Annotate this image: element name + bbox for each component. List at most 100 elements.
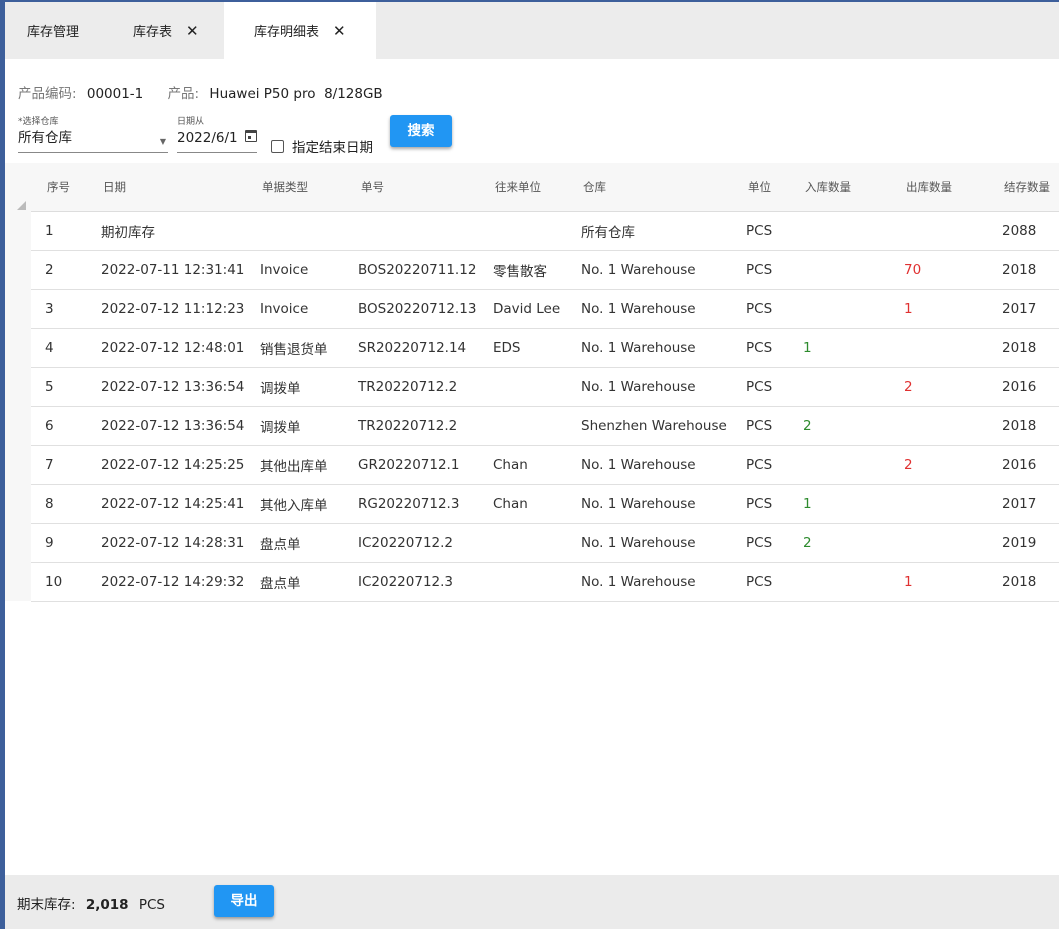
table-row[interactable]: 4 2022-07-12 12:48:01 销售退货单 SR20220712.14 ED… bbox=[31, 329, 1059, 368]
end-date-checkbox[interactable]: 指定结束日期 bbox=[271, 136, 373, 156]
closing-stock: 期末库存: 2,018 PCS bbox=[17, 893, 165, 913]
col-in-qty: 2 bbox=[803, 418, 812, 434]
col-doc-no: TR20220712.2 bbox=[358, 418, 458, 434]
col-out-qty: 2 bbox=[904, 379, 913, 395]
col-doc-no: SR20220712.14 bbox=[358, 340, 467, 356]
export-button[interactable]: 导出 bbox=[214, 885, 274, 917]
col-unit: PCS bbox=[746, 457, 773, 473]
col-unit: PCS bbox=[746, 418, 773, 434]
table-row[interactable]: 8 2022-07-12 14:25:41 其他入库单 RG20220712.3 Cha… bbox=[31, 485, 1059, 524]
col-doc-type: 盘点单 bbox=[260, 576, 301, 592]
col-in-qty: 1 bbox=[803, 496, 812, 512]
product-value: Huawei P50 pro 8/128GB bbox=[209, 86, 383, 102]
table-row[interactable]: 10 2022-07-12 14:29:32 盘点单 IC20220712.3 No. … bbox=[31, 563, 1059, 602]
product-label: 产品: bbox=[167, 86, 200, 102]
col-in-qty: 2 bbox=[803, 535, 812, 551]
col-balance: 2018 bbox=[1002, 262, 1037, 278]
tab-label: 库存管理 bbox=[27, 25, 80, 40]
footer-bar: 期末库存: 2,018 PCS 导出 bbox=[5, 875, 1059, 929]
col-index: 6 bbox=[45, 418, 54, 434]
col-balance: 2017 bbox=[1002, 496, 1037, 512]
col-doc-no: RG20220712.3 bbox=[358, 496, 460, 512]
col-date: 2022-07-12 14:29:32 bbox=[101, 574, 245, 590]
header-col-warehouse[interactable]: 仓库 bbox=[583, 163, 606, 211]
col-warehouse: Shenzhen Warehouse bbox=[581, 418, 727, 434]
table-row[interactable]: 3 2022-07-12 11:12:23 Invoice BOS20220712.1… bbox=[31, 290, 1059, 329]
col-index: 2 bbox=[45, 262, 54, 278]
col-doc-type: 调拨单 bbox=[260, 381, 301, 397]
date-from-label: 日期从 bbox=[177, 117, 205, 127]
table-row[interactable]: 1 期初库存 所有仓库 PCS 2088 bbox=[31, 212, 1059, 251]
table-row[interactable]: 5 2022-07-12 13:36:54 调拨单 TR20220712.2 No. 1… bbox=[31, 368, 1059, 407]
closing-stock-label: 期末库存: bbox=[17, 897, 76, 913]
col-partner: Chan bbox=[493, 457, 528, 473]
header-col-partner[interactable]: 往来单位 bbox=[495, 163, 541, 211]
col-out-qty: 70 bbox=[904, 262, 922, 278]
tab-inventory-detail[interactable]: 库存明细表 ✕ bbox=[224, 2, 376, 59]
col-unit: PCS bbox=[746, 574, 773, 590]
product-info: 产品编码: 00001-1 产品: Huawei P50 pro 8/128GB bbox=[18, 82, 383, 102]
checkbox-icon[interactable] bbox=[271, 139, 284, 153]
inventory-detail-table: 序号 日期 单据类型 单号 往来单位 仓库 单位 入库数量 出库数量 结存数量 1 期初库存 所有仓库 P… bbox=[5, 163, 1059, 602]
col-date: 2022-07-12 13:36:54 bbox=[101, 418, 245, 434]
tab-inventory-management[interactable]: 库存管理 bbox=[27, 2, 79, 59]
col-index: 5 bbox=[45, 379, 54, 395]
col-unit: PCS bbox=[746, 301, 773, 317]
col-balance: 2016 bbox=[1002, 379, 1037, 395]
header-col-doc-no[interactable]: 单号 bbox=[361, 163, 384, 211]
col-index: 7 bbox=[45, 457, 54, 473]
tab-inventory-table[interactable]: 库存表 ✕ bbox=[133, 2, 199, 59]
date-from-input[interactable]: 2022/6/1 bbox=[177, 128, 257, 153]
col-unit: PCS bbox=[746, 535, 773, 551]
header-col-unit[interactable]: 单位 bbox=[748, 163, 771, 211]
col-index: 8 bbox=[45, 496, 54, 512]
header-col-index[interactable]: 序号 bbox=[47, 163, 70, 211]
col-unit: PCS bbox=[746, 223, 773, 239]
col-doc-type: 其他出库单 bbox=[260, 459, 328, 475]
chevron-down-icon: ▼ bbox=[159, 137, 166, 146]
col-unit: PCS bbox=[746, 496, 773, 512]
table-header: 序号 日期 单据类型 单号 往来单位 仓库 单位 入库数量 出库数量 结存数量 bbox=[31, 163, 1059, 212]
col-doc-type: Invoice bbox=[260, 301, 309, 317]
header-col-date[interactable]: 日期 bbox=[103, 163, 126, 211]
table-body: 序号 日期 单据类型 单号 往来单位 仓库 单位 入库数量 出库数量 结存数量 1 期初库存 所有仓库 P… bbox=[31, 163, 1059, 602]
col-date: 2022-07-12 14:28:31 bbox=[101, 535, 245, 551]
header-col-in-qty[interactable]: 入库数量 bbox=[805, 163, 851, 211]
close-icon[interactable]: ✕ bbox=[186, 22, 199, 40]
select-all-corner[interactable] bbox=[17, 201, 26, 210]
col-balance: 2018 bbox=[1002, 340, 1037, 356]
table-row[interactable]: 9 2022-07-12 14:28:31 盘点单 IC20220712.2 No. 1… bbox=[31, 524, 1059, 563]
col-date: 2022-07-12 13:36:54 bbox=[101, 379, 245, 395]
col-balance: 2019 bbox=[1002, 535, 1037, 551]
search-button[interactable]: 搜索 bbox=[390, 115, 452, 147]
col-doc-type: 调拨单 bbox=[260, 420, 301, 436]
col-index: 1 bbox=[45, 223, 54, 239]
calendar-icon[interactable] bbox=[245, 130, 257, 142]
header-col-balance[interactable]: 结存数量 bbox=[1004, 163, 1050, 211]
warehouse-label: *选择仓库 bbox=[18, 117, 59, 127]
header-col-doc-type[interactable]: 单据类型 bbox=[262, 163, 308, 211]
col-doc-type: Invoice bbox=[260, 262, 309, 278]
col-unit: PCS bbox=[746, 379, 773, 395]
col-out-qty: 2 bbox=[904, 457, 913, 473]
col-doc-type: 盘点单 bbox=[260, 537, 301, 553]
col-partner: Chan bbox=[493, 496, 528, 512]
close-icon[interactable]: ✕ bbox=[333, 22, 346, 40]
col-warehouse: No. 1 Warehouse bbox=[581, 457, 696, 473]
col-unit: PCS bbox=[746, 262, 773, 278]
warehouse-value: 所有仓库 bbox=[18, 130, 72, 146]
header-col-out-qty[interactable]: 出库数量 bbox=[906, 163, 952, 211]
col-doc-type: 其他入库单 bbox=[260, 498, 328, 514]
table-row[interactable]: 2 2022-07-11 12:31:41 Invoice BOS20220711.1… bbox=[31, 251, 1059, 290]
col-index: 3 bbox=[45, 301, 54, 317]
col-doc-type: 销售退货单 bbox=[260, 342, 328, 358]
warehouse-select[interactable]: 所有仓库 ▼ bbox=[18, 128, 168, 153]
table-row[interactable]: 6 2022-07-12 13:36:54 调拨单 TR20220712.2 Shenz… bbox=[31, 407, 1059, 446]
table-row[interactable]: 7 2022-07-12 14:25:25 其他出库单 GR20220712.1 Cha… bbox=[31, 446, 1059, 485]
col-balance: 2016 bbox=[1002, 457, 1037, 473]
col-balance: 2018 bbox=[1002, 418, 1037, 434]
col-date: 2022-07-12 11:12:23 bbox=[101, 301, 245, 317]
col-index: 9 bbox=[45, 535, 54, 551]
tab-label: 库存表 bbox=[133, 25, 173, 40]
col-balance: 2018 bbox=[1002, 574, 1037, 590]
